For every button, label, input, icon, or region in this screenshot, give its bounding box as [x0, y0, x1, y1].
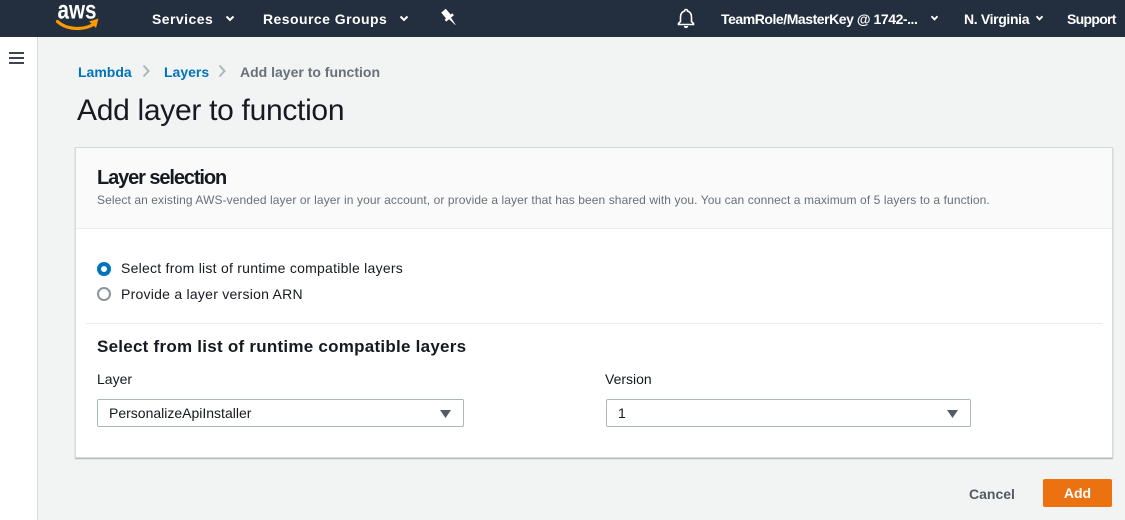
svg-text:aws: aws — [58, 0, 97, 24]
